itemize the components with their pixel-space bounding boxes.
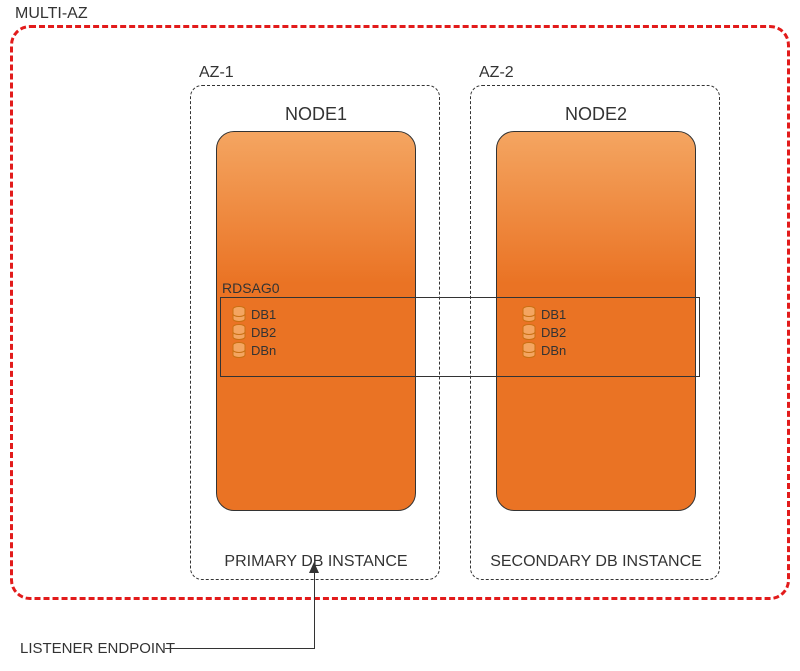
db-list-node1: DB1 DB2 DBn	[232, 306, 332, 360]
database-icon	[232, 342, 246, 358]
multi-az-title: MULTI-AZ	[15, 5, 88, 23]
db-item: DB1	[522, 306, 622, 322]
database-icon	[232, 306, 246, 322]
database-icon	[232, 324, 246, 340]
db-label: DBn	[251, 343, 276, 358]
db-item: DBn	[522, 342, 622, 358]
db-item: DB2	[522, 324, 622, 340]
az-1-label: AZ-1	[199, 64, 234, 82]
az-2-label: AZ-2	[479, 64, 514, 82]
database-icon	[522, 324, 536, 340]
db-label: DB1	[541, 307, 566, 322]
listener-connector-vertical	[314, 570, 315, 649]
db-label: DB2	[541, 325, 566, 340]
node2-label: NODE2	[471, 104, 721, 125]
rdsag-label: RDSAG0	[222, 280, 280, 296]
db-label: DB1	[251, 307, 276, 322]
listener-endpoint-label: LISTENER ENDPOINT	[20, 640, 175, 657]
node1-label: NODE1	[191, 104, 441, 125]
db-item: DB1	[232, 306, 332, 322]
listener-connector-horizontal	[165, 648, 315, 649]
listener-arrow-icon	[309, 562, 319, 573]
db-list-node2: DB1 DB2 DBn	[522, 306, 622, 360]
database-icon	[522, 306, 536, 322]
db-item: DB2	[232, 324, 332, 340]
secondary-instance-label: SECONDARY DB INSTANCE	[471, 552, 721, 573]
db-item: DBn	[232, 342, 332, 358]
db-label: DBn	[541, 343, 566, 358]
database-icon	[522, 342, 536, 358]
db-label: DB2	[251, 325, 276, 340]
